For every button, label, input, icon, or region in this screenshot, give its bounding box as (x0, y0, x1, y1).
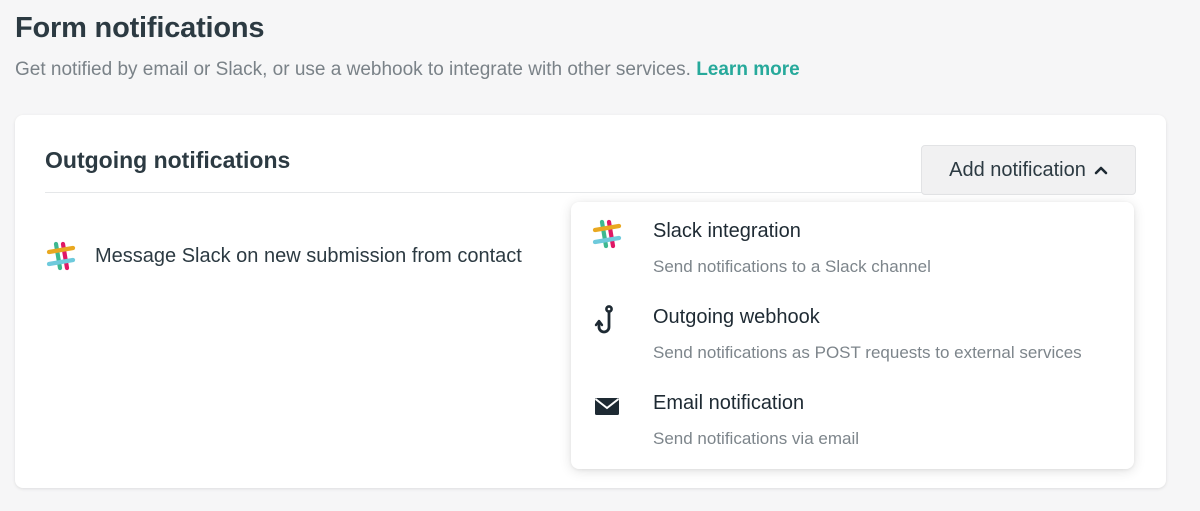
envelope-icon (591, 390, 623, 422)
slack-icon (591, 218, 623, 250)
menu-item-description: Send notifications to a Slack channel (653, 257, 931, 276)
menu-item-slack-integration[interactable]: Slack integration Send notifications to … (571, 202, 1134, 288)
page-title: Form notifications (15, 12, 265, 44)
menu-item-title: Slack integration (653, 220, 801, 242)
card-title: Outgoing notifications (45, 147, 291, 173)
add-notification-label: Add notification (949, 158, 1086, 181)
slack-icon (46, 241, 76, 271)
menu-item-title: Email notification (653, 392, 805, 414)
card-divider (45, 192, 925, 193)
notification-item[interactable]: Message Slack on new submission from con… (45, 240, 522, 272)
menu-item-outgoing-webhook[interactable]: Outgoing webhook Send notifications as P… (571, 288, 1134, 374)
page-subtitle: Get notified by email or Slack, or use a… (15, 59, 800, 81)
menu-item-description: Send notifications via email (653, 429, 860, 448)
menu-item-email-notification[interactable]: Email notification Send notifications vi… (571, 374, 1134, 460)
chevron-up-icon (1094, 166, 1108, 175)
page-subtitle-text: Get notified by email or Slack, or use a… (15, 59, 691, 80)
add-notification-button[interactable]: Add notification (921, 145, 1136, 195)
menu-item-title: Outgoing webhook (653, 306, 820, 328)
hook-icon (591, 304, 623, 336)
menu-item-description: Send notifications as POST requests to e… (653, 343, 1082, 362)
notification-label: Message Slack on new submission from con… (95, 244, 522, 267)
add-notification-menu: Slack integration Send notifications to … (571, 202, 1134, 469)
learn-more-link[interactable]: Learn more (696, 59, 799, 80)
